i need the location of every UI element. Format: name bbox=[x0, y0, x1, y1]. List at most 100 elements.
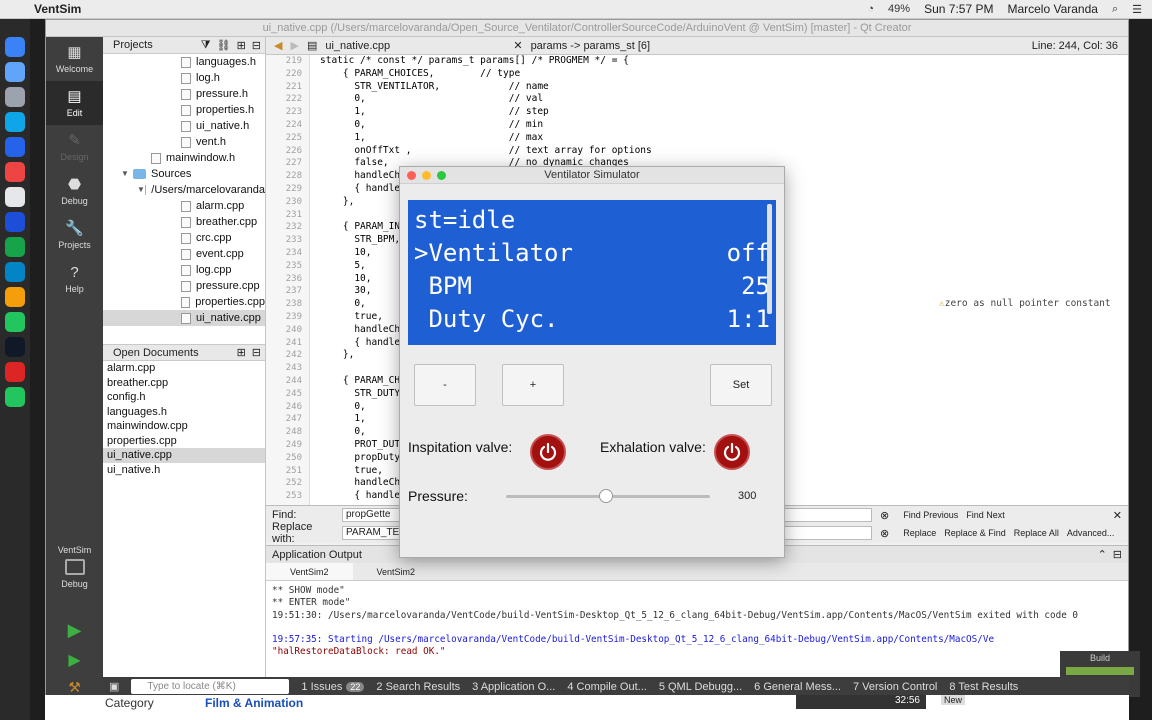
close-icon[interactable]: ⊟ bbox=[252, 346, 265, 359]
set-button[interactable]: Set bbox=[710, 364, 772, 406]
mode-help[interactable]: ? Help bbox=[46, 257, 103, 301]
open-document-item[interactable]: languages.h bbox=[103, 405, 265, 420]
project-tree-item[interactable]: ui_native.h bbox=[103, 118, 265, 134]
close-window-icon[interactable] bbox=[407, 171, 416, 180]
video-duration[interactable]: 32:56 bbox=[796, 695, 926, 709]
clock[interactable]: Sun 7:57 PM bbox=[924, 2, 993, 16]
dock-app-icon[interactable] bbox=[5, 162, 25, 182]
cursor-position[interactable]: Line: 244, Col: 36 bbox=[1032, 40, 1128, 52]
exhalation-valve-power-icon[interactable] bbox=[714, 434, 750, 470]
category-link[interactable]: Film & Animation bbox=[205, 696, 303, 710]
clear-replace-icon[interactable]: ⊗ bbox=[880, 527, 889, 540]
close-icon[interactable]: ⊟ bbox=[252, 39, 265, 52]
back-icon[interactable]: ◀ bbox=[274, 39, 282, 52]
output-pane-button[interactable]: 3 Application O... bbox=[472, 681, 555, 693]
project-tree-item[interactable]: crc.cpp bbox=[103, 230, 265, 246]
code-line[interactable]: static /* const */ params_t params[] /* … bbox=[310, 55, 1128, 68]
dock-app-icon[interactable] bbox=[5, 37, 25, 57]
split-icon[interactable]: ⊞ bbox=[237, 39, 246, 52]
code-line[interactable]: 0, // val bbox=[310, 93, 1128, 106]
dock-app-icon[interactable] bbox=[5, 387, 25, 407]
open-document-item[interactable]: config.h bbox=[103, 390, 265, 405]
expand-arrow-icon[interactable]: ▼ bbox=[121, 166, 133, 182]
dock-app-icon[interactable] bbox=[5, 362, 25, 382]
run-icon[interactable]: ▶ bbox=[46, 620, 103, 641]
filter-icon[interactable]: ⧩ bbox=[201, 39, 211, 52]
dock-app-icon[interactable] bbox=[5, 262, 25, 282]
dock-app-icon[interactable] bbox=[5, 337, 25, 357]
project-tree-item[interactable]: pressure.cpp bbox=[103, 278, 265, 294]
mode-welcome[interactable]: ▦ Welcome bbox=[46, 37, 103, 81]
mode-debug[interactable]: ⬣ Debug bbox=[46, 169, 103, 213]
replace-and-find-button[interactable]: Replace & Find bbox=[944, 528, 1006, 538]
project-tree-item[interactable]: ▼ Sources bbox=[103, 166, 265, 182]
mode-design[interactable]: ✎ Design bbox=[46, 125, 103, 169]
find-next-button[interactable]: Find Next bbox=[966, 510, 1005, 520]
app-menu[interactable]: VentSim bbox=[34, 2, 81, 16]
user-name[interactable]: Marcelo Varanda bbox=[1007, 2, 1098, 16]
project-tree-item[interactable]: alarm.cpp bbox=[103, 198, 265, 214]
dock-app-icon[interactable] bbox=[5, 187, 25, 207]
output-pane-button[interactable]: 4 Compile Out... bbox=[567, 681, 646, 693]
code-line[interactable]: 1, // max bbox=[310, 132, 1128, 145]
menu-icon[interactable]: ☰ bbox=[1132, 3, 1142, 16]
output-pane-button[interactable]: 7 Version Control bbox=[853, 681, 937, 693]
open-documents-title[interactable]: Open Documents bbox=[113, 347, 199, 359]
sidebar-toggle-icon[interactable]: ▣ bbox=[109, 680, 119, 693]
close-find-icon[interactable]: ✕ bbox=[1113, 509, 1128, 522]
project-tree-item[interactable]: pressure.h bbox=[103, 86, 265, 102]
inspiration-valve-power-icon[interactable] bbox=[530, 434, 566, 470]
maximize-icon[interactable]: ⌃ bbox=[1098, 548, 1107, 561]
output-tab[interactable]: VentSim2 bbox=[266, 563, 353, 580]
close-panel-icon[interactable]: ⊟ bbox=[1107, 548, 1128, 561]
project-tree-item[interactable]: properties.h bbox=[103, 102, 265, 118]
clear-find-icon[interactable]: ⊗ bbox=[880, 509, 889, 522]
close-file-icon[interactable]: ✕ bbox=[513, 39, 522, 52]
output-pane-button[interactable]: 5 QML Debugg... bbox=[659, 681, 742, 693]
projects-title[interactable]: Projects bbox=[113, 39, 153, 51]
project-tree-item[interactable]: languages.h bbox=[103, 54, 265, 70]
dock-app-icon[interactable] bbox=[5, 87, 25, 107]
project-tree-item[interactable]: mainwindow.h bbox=[103, 150, 265, 166]
forward-icon[interactable]: ▶ bbox=[290, 39, 298, 52]
plus-button[interactable]: + bbox=[502, 364, 564, 406]
search-icon[interactable]: ⌕ bbox=[1112, 3, 1118, 16]
replace-all-button[interactable]: Replace All bbox=[1014, 528, 1059, 538]
code-line[interactable]: onOffTxt , // text array for options bbox=[310, 145, 1128, 158]
expand-arrow-icon[interactable]: ▼ bbox=[137, 182, 145, 198]
open-document-item[interactable]: ui_native.cpp bbox=[103, 448, 265, 463]
mode-edit[interactable]: ▤ Edit bbox=[46, 81, 103, 125]
open-document-item[interactable]: alarm.cpp bbox=[103, 361, 265, 376]
output-pane-button[interactable]: 2 Search Results bbox=[376, 681, 460, 693]
dock-app-icon[interactable] bbox=[5, 287, 25, 307]
code-line[interactable]: STR_VENTILATOR, // name bbox=[310, 81, 1128, 94]
dock-app-icon[interactable] bbox=[5, 137, 25, 157]
advanced-button[interactable]: Advanced... bbox=[1067, 528, 1115, 538]
project-tree-item[interactable]: event.cpp bbox=[103, 246, 265, 262]
code-line[interactable]: 1, // step bbox=[310, 106, 1128, 119]
locator-input[interactable]: Type to locate (⌘K) bbox=[131, 679, 290, 694]
dock-app-icon[interactable] bbox=[5, 237, 25, 257]
output-pane-button[interactable]: 6 General Mess... bbox=[754, 681, 841, 693]
split-icon[interactable]: ⊞ bbox=[237, 346, 246, 359]
project-tree-item[interactable]: log.cpp bbox=[103, 262, 265, 278]
dock-app-icon[interactable] bbox=[5, 212, 25, 232]
project-tree-item[interactable]: ui_native.cpp bbox=[103, 310, 265, 326]
pressure-slider-handle[interactable] bbox=[598, 489, 613, 503]
open-document-item[interactable]: properties.cpp bbox=[103, 434, 265, 449]
project-tree-item[interactable]: vent.h bbox=[103, 134, 265, 150]
minus-button[interactable]: - bbox=[414, 364, 476, 406]
link-icon[interactable]: ⛓ bbox=[217, 39, 231, 52]
code-line[interactable]: { PARAM_CHOICES, // type bbox=[310, 68, 1128, 81]
output-pane-button[interactable]: 8 Test Results bbox=[949, 681, 1018, 693]
minimize-window-icon[interactable] bbox=[422, 171, 431, 180]
project-tree-item[interactable]: properties.cpp bbox=[103, 294, 265, 310]
file-selector[interactable]: ui_native.cpp bbox=[325, 40, 505, 52]
code-line[interactable]: 0, // min bbox=[310, 119, 1128, 132]
project-tree-item[interactable]: ▼ /Users/marcelovaranda bbox=[103, 182, 265, 198]
dock-app-icon[interactable] bbox=[5, 312, 25, 332]
mode-projects[interactable]: 🔧 Projects bbox=[46, 213, 103, 257]
find-previous-button[interactable]: Find Previous bbox=[903, 510, 958, 520]
debug-run-icon[interactable]: ▶ bbox=[46, 650, 103, 670]
lcd-scrollbar[interactable] bbox=[767, 204, 772, 314]
